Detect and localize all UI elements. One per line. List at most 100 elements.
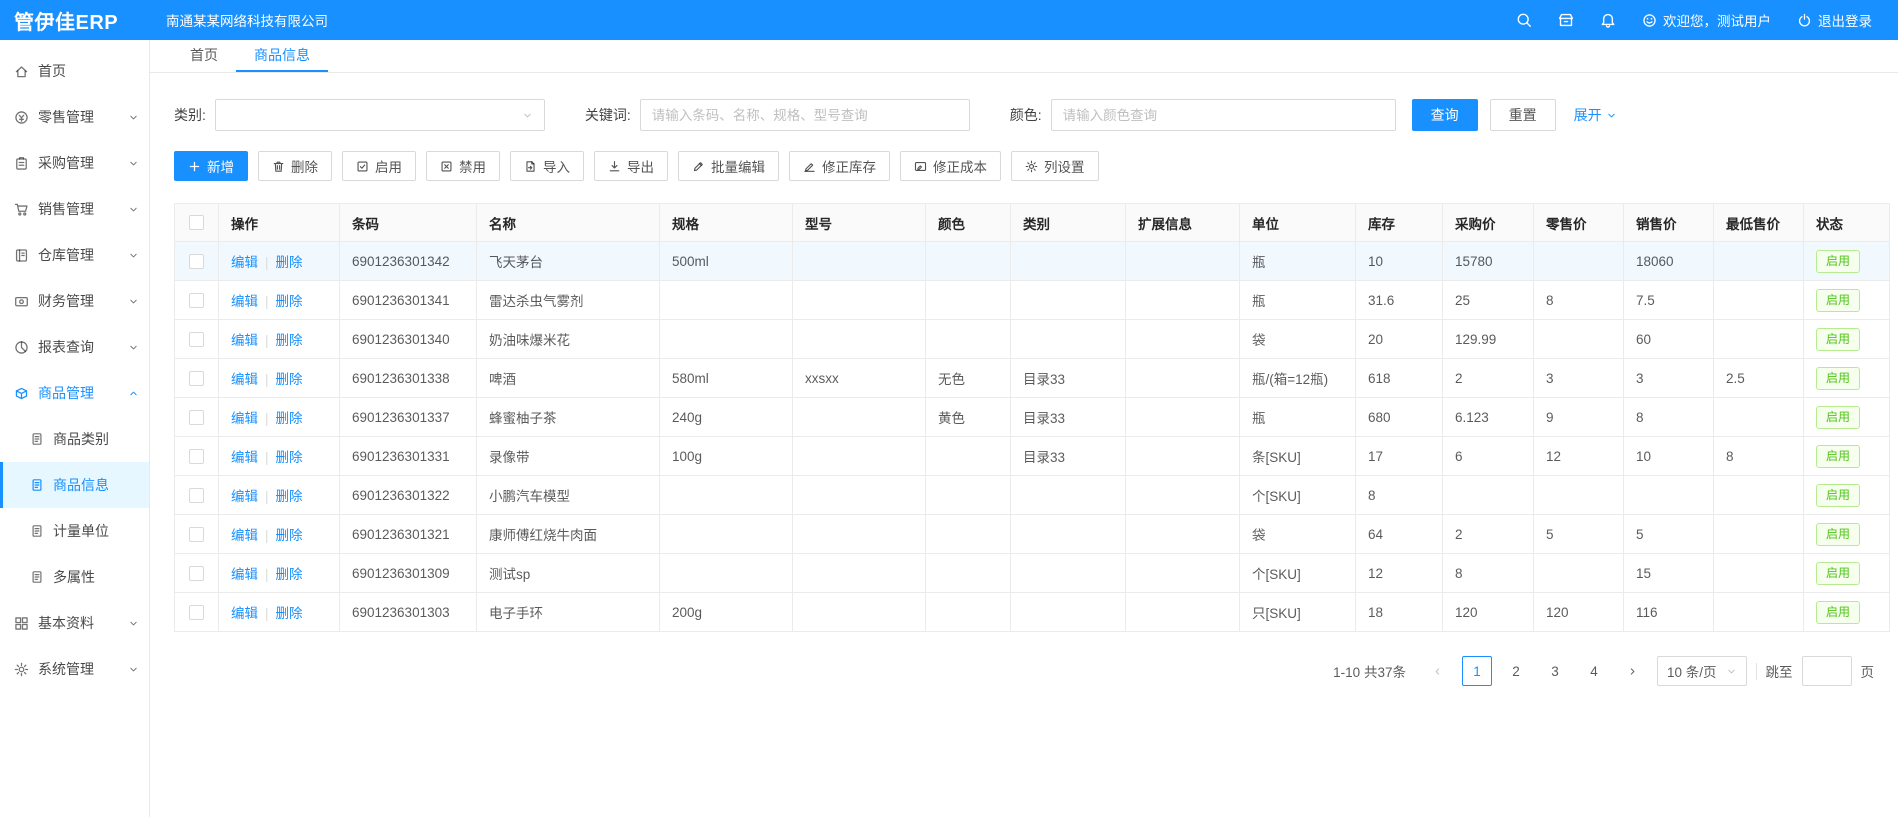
- sidebar-item-basic-data[interactable]: 基本资料: [0, 600, 149, 646]
- row-checkbox[interactable]: [189, 605, 204, 620]
- button-label: 新增: [207, 156, 234, 176]
- tab-home[interactable]: 首页: [172, 40, 236, 72]
- sidebar-subitem-product-category[interactable]: 商品类别: [0, 416, 149, 462]
- cell-min: [1714, 398, 1804, 437]
- add-button[interactable]: 新增: [174, 151, 248, 181]
- button-label: 启用: [375, 156, 402, 176]
- row-checkbox[interactable]: [189, 293, 204, 308]
- sidebar-item-finance[interactable]: 财务管理: [0, 278, 149, 324]
- edit2-icon: [803, 160, 816, 173]
- search-button[interactable]: 查询: [1412, 99, 1478, 131]
- delete-link[interactable]: 删除: [276, 333, 303, 348]
- sidebar-item-system[interactable]: 系统管理: [0, 646, 149, 692]
- edit-link[interactable]: 编辑: [231, 606, 258, 621]
- disable-button[interactable]: 禁用: [426, 151, 500, 181]
- edit-link[interactable]: 编辑: [231, 411, 258, 426]
- header-shop-button[interactable]: [1558, 12, 1574, 28]
- keyword-input[interactable]: [640, 99, 970, 131]
- sidebar-subitem-product-info[interactable]: 商品信息: [0, 462, 149, 508]
- color-input[interactable]: [1051, 99, 1396, 131]
- delete-link[interactable]: 删除: [276, 489, 303, 504]
- sidebar: 首页零售管理采购管理销售管理仓库管理财务管理报表查询商品管理商品类别商品信息计量…: [0, 40, 150, 817]
- logout-text: 退出登录: [1818, 10, 1872, 30]
- delete-link[interactable]: 删除: [276, 372, 303, 387]
- report-icon: [14, 340, 29, 355]
- edit-link[interactable]: 编辑: [231, 450, 258, 465]
- sidebar-item-product[interactable]: 商品管理: [0, 370, 149, 416]
- edit-link[interactable]: 编辑: [231, 528, 258, 543]
- row-checkbox[interactable]: [189, 566, 204, 581]
- export-button[interactable]: 导出: [594, 151, 668, 181]
- cell-unit: 个[SKU]: [1240, 554, 1356, 593]
- jump-page-input[interactable]: [1802, 656, 1852, 686]
- delete-link[interactable]: 删除: [276, 411, 303, 426]
- cell-actions: 编辑|删除: [219, 281, 340, 320]
- power-icon-wrap: [1797, 12, 1812, 28]
- cell-min: [1714, 554, 1804, 593]
- edit-link[interactable]: 编辑: [231, 294, 258, 309]
- sidebar-item-retail[interactable]: 零售管理: [0, 94, 149, 140]
- delete-button[interactable]: 删除: [258, 151, 332, 181]
- fix-cost-button[interactable]: 修正成本: [900, 151, 1001, 181]
- page-button-4[interactable]: 4: [1579, 656, 1609, 686]
- edit-link[interactable]: 编辑: [231, 255, 258, 270]
- category-select[interactable]: [215, 99, 545, 131]
- row-checkbox[interactable]: [189, 527, 204, 542]
- row-checkbox[interactable]: [189, 410, 204, 425]
- cell-color: 黄色: [926, 398, 1011, 437]
- page-size-select[interactable]: 10 条/页: [1657, 656, 1747, 686]
- cell-color: [926, 242, 1011, 281]
- row-checkbox[interactable]: [189, 332, 204, 347]
- button-label: 批量编辑: [711, 156, 765, 176]
- fix-stock-button[interactable]: 修正库存: [789, 151, 890, 181]
- page-button-2[interactable]: 2: [1501, 656, 1531, 686]
- row-checkbox[interactable]: [189, 371, 204, 386]
- sidebar-item-home[interactable]: 首页: [0, 48, 149, 94]
- cell-retail: [1534, 476, 1624, 515]
- delete-link[interactable]: 删除: [276, 606, 303, 621]
- welcome-text: 欢迎您，测试用户: [1663, 10, 1771, 30]
- header-search-button[interactable]: [1516, 12, 1532, 28]
- header-bell-button[interactable]: [1600, 12, 1616, 28]
- delete-link[interactable]: 删除: [276, 255, 303, 270]
- cell-sale: 5: [1624, 515, 1714, 554]
- delete-link[interactable]: 删除: [276, 450, 303, 465]
- prev-page-button[interactable]: [1423, 656, 1453, 686]
- enable-button[interactable]: 启用: [342, 151, 416, 181]
- row-checkbox[interactable]: [189, 488, 204, 503]
- sidebar-item-purchase[interactable]: 采购管理: [0, 140, 149, 186]
- status-badge: 启用: [1816, 406, 1860, 429]
- user-welcome[interactable]: 欢迎您，测试用户: [1642, 10, 1771, 30]
- row-checkbox[interactable]: [189, 254, 204, 269]
- sidebar-subitem-measure-unit[interactable]: 计量单位: [0, 508, 149, 554]
- expand-link[interactable]: 展开: [1574, 105, 1617, 125]
- cell-status: 启用: [1804, 437, 1890, 476]
- cell-spec: [660, 281, 793, 320]
- cell-category: [1011, 593, 1126, 632]
- delete-link[interactable]: 删除: [276, 294, 303, 309]
- row-checkbox[interactable]: [189, 449, 204, 464]
- cell-category: [1011, 281, 1126, 320]
- sidebar-item-warehouse[interactable]: 仓库管理: [0, 232, 149, 278]
- delete-link[interactable]: 删除: [276, 567, 303, 582]
- tab-product-info[interactable]: 商品信息: [236, 40, 328, 72]
- cell-retail: 12: [1534, 437, 1624, 476]
- batch-edit-button[interactable]: 批量编辑: [678, 151, 779, 181]
- page-button-1[interactable]: 1: [1462, 656, 1492, 686]
- delete-link[interactable]: 删除: [276, 528, 303, 543]
- chevron-down-icon: [128, 250, 139, 261]
- next-page-button[interactable]: [1618, 656, 1648, 686]
- reset-button[interactable]: 重置: [1490, 99, 1556, 131]
- column-settings-button[interactable]: 列设置: [1011, 151, 1099, 181]
- edit-link[interactable]: 编辑: [231, 489, 258, 504]
- edit-link[interactable]: 编辑: [231, 333, 258, 348]
- sidebar-item-sales[interactable]: 销售管理: [0, 186, 149, 232]
- sidebar-item-report[interactable]: 报表查询: [0, 324, 149, 370]
- edit-link[interactable]: 编辑: [231, 567, 258, 582]
- sidebar-subitem-multi-attribute[interactable]: 多属性: [0, 554, 149, 600]
- edit-link[interactable]: 编辑: [231, 372, 258, 387]
- select-all-checkbox[interactable]: [189, 215, 204, 230]
- logout-button[interactable]: 退出登录: [1797, 10, 1872, 30]
- import-button[interactable]: 导入: [510, 151, 584, 181]
- page-button-3[interactable]: 3: [1540, 656, 1570, 686]
